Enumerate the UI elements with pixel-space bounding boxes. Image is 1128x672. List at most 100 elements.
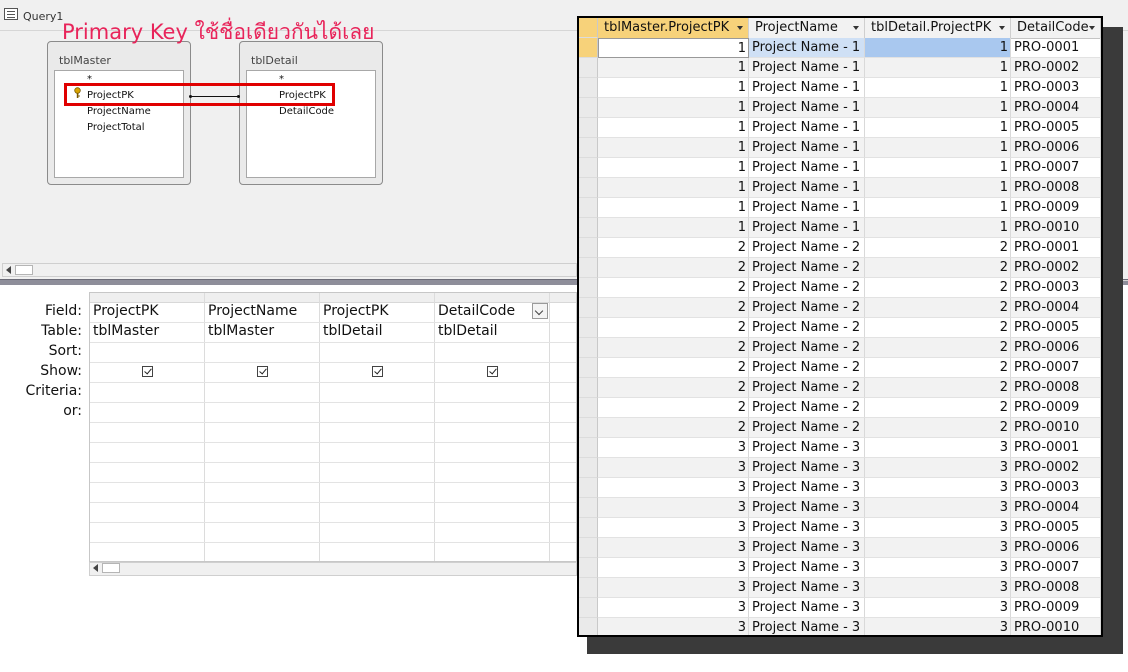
record-selector[interactable] — [579, 138, 598, 158]
table-cell[interactable]: 2 — [865, 318, 1011, 338]
table-cell[interactable]: 2 — [598, 358, 749, 378]
table-cell[interactable]: 1 — [598, 38, 749, 58]
grid-scrollbar[interactable] — [89, 562, 577, 576]
table-cell[interactable]: PRO-0003 — [1011, 78, 1101, 98]
record-selector[interactable] — [579, 58, 598, 78]
sort-dropdown-icon[interactable] — [853, 26, 859, 30]
table-cell[interactable]: PRO-0002 — [1011, 58, 1101, 78]
field-projectname[interactable]: ProjectName — [87, 106, 151, 117]
table-row[interactable]: 2 Project Name - 2 2 PRO-0001 — [598, 238, 1101, 258]
query-design-grid[interactable]: ProjectPK tblMaster ProjectName tblMaste… — [89, 292, 577, 562]
record-selector[interactable] — [579, 338, 598, 358]
table-cell[interactable]: Project Name - 3 — [749, 438, 865, 458]
table-cell[interactable]: PRO-0010 — [1011, 218, 1101, 238]
sort-dropdown-icon[interactable] — [1089, 26, 1095, 30]
table-cell[interactable]: PRO-0005 — [1011, 118, 1101, 138]
column-header[interactable]: DetailCode — [1011, 18, 1101, 38]
grid-table-cell[interactable]: tblMaster — [208, 323, 274, 339]
table-row[interactable]: 3 Project Name - 3 3 PRO-0001 — [598, 438, 1101, 458]
table-cell[interactable]: Project Name - 3 — [749, 458, 865, 478]
table-cell[interactable]: PRO-0002 — [1011, 458, 1101, 478]
table-row[interactable]: 1 Project Name - 1 1 PRO-0001 — [598, 38, 1101, 58]
table-cell[interactable]: Project Name - 3 — [749, 598, 865, 618]
table-row[interactable]: 2 Project Name - 2 2 PRO-0009 — [598, 398, 1101, 418]
table-cell[interactable]: 2 — [598, 338, 749, 358]
table-cell[interactable]: Project Name - 3 — [749, 478, 865, 498]
table-cell[interactable]: PRO-0001 — [1011, 38, 1101, 58]
table-cell[interactable]: PRO-0009 — [1011, 598, 1101, 618]
table-row[interactable]: 1 Project Name - 1 1 PRO-0004 — [598, 98, 1101, 118]
table-cell[interactable]: Project Name - 2 — [749, 238, 865, 258]
table-cell[interactable]: 1 — [865, 38, 1011, 58]
table-cell[interactable]: 2 — [598, 378, 749, 398]
table-cell[interactable]: 3 — [865, 478, 1011, 498]
table-cell[interactable]: 3 — [865, 598, 1011, 618]
table-cell[interactable]: 1 — [865, 158, 1011, 178]
table-cell[interactable]: 2 — [865, 258, 1011, 278]
record-selector[interactable] — [579, 318, 598, 338]
table-cell[interactable]: 1 — [598, 118, 749, 138]
record-selector[interactable] — [579, 618, 598, 635]
show-checkbox[interactable] — [487, 366, 498, 377]
table-row[interactable]: 2 Project Name - 2 2 PRO-0005 — [598, 318, 1101, 338]
grid-field-cell[interactable]: ProjectPK — [323, 303, 389, 319]
record-selector[interactable] — [579, 358, 598, 378]
table-cell[interactable]: 2 — [865, 338, 1011, 358]
table-cell[interactable]: PRO-0001 — [1011, 238, 1101, 258]
record-selector[interactable] — [579, 278, 598, 298]
table-cell[interactable]: 1 — [598, 78, 749, 98]
table-cell[interactable]: 3 — [865, 538, 1011, 558]
record-selector[interactable] — [579, 478, 598, 498]
table-cell[interactable]: 1 — [598, 198, 749, 218]
table-row[interactable]: 3 Project Name - 3 3 PRO-0009 — [598, 598, 1101, 618]
table-row[interactable]: 3 Project Name - 3 3 PRO-0007 — [598, 558, 1101, 578]
table-cell[interactable]: 3 — [865, 498, 1011, 518]
table-cell[interactable]: 2 — [598, 238, 749, 258]
table-row[interactable]: 2 Project Name - 2 2 PRO-0010 — [598, 418, 1101, 438]
table-cell[interactable]: 3 — [598, 598, 749, 618]
table-cell[interactable]: 3 — [598, 578, 749, 598]
table-cell[interactable]: 2 — [598, 418, 749, 438]
table-row[interactable]: 2 Project Name - 2 2 PRO-0004 — [598, 298, 1101, 318]
table-row[interactable]: 1 Project Name - 1 1 PRO-0007 — [598, 158, 1101, 178]
record-selector[interactable] — [579, 398, 598, 418]
grid-column-selectors[interactable] — [90, 293, 576, 303]
record-selector[interactable] — [579, 598, 598, 618]
record-selector[interactable] — [579, 538, 598, 558]
table-cell[interactable]: PRO-0008 — [1011, 578, 1101, 598]
record-selector[interactable] — [579, 558, 598, 578]
table-cell[interactable]: 2 — [598, 298, 749, 318]
table-cell[interactable]: PRO-0010 — [1011, 618, 1101, 635]
table-cell[interactable]: 1 — [598, 218, 749, 238]
table-row[interactable]: 3 Project Name - 3 3 PRO-0010 — [598, 618, 1101, 635]
table-cell[interactable]: PRO-0010 — [1011, 418, 1101, 438]
table-cell[interactable]: PRO-0007 — [1011, 358, 1101, 378]
record-selector[interactable] — [579, 98, 598, 118]
table-cell[interactable]: 1 — [598, 58, 749, 78]
table-cell[interactable]: 2 — [598, 398, 749, 418]
table-cell[interactable]: Project Name - 3 — [749, 538, 865, 558]
table-row[interactable]: 2 Project Name - 2 2 PRO-0008 — [598, 378, 1101, 398]
table-cell[interactable]: Project Name - 2 — [749, 278, 865, 298]
table-cell[interactable]: PRO-0006 — [1011, 138, 1101, 158]
table-cell[interactable]: 3 — [598, 518, 749, 538]
table-cell[interactable]: Project Name - 3 — [749, 498, 865, 518]
record-selector[interactable] — [579, 458, 598, 478]
table-cell[interactable]: Project Name - 1 — [749, 198, 865, 218]
record-selector[interactable] — [579, 298, 598, 318]
table-cell[interactable]: Project Name - 2 — [749, 338, 865, 358]
table-cell[interactable]: 1 — [865, 138, 1011, 158]
table-cell[interactable]: PRO-0003 — [1011, 278, 1101, 298]
table-cell[interactable]: Project Name - 1 — [749, 138, 865, 158]
table-cell[interactable]: PRO-0002 — [1011, 258, 1101, 278]
column-header[interactable]: tblMaster.ProjectPK — [598, 18, 749, 38]
table-cell[interactable]: PRO-0005 — [1011, 518, 1101, 538]
table-row[interactable]: 3 Project Name - 3 3 PRO-0002 — [598, 458, 1101, 478]
table-row[interactable]: 1 Project Name - 1 1 PRO-0002 — [598, 58, 1101, 78]
record-selector[interactable] — [579, 118, 598, 138]
table-row[interactable]: 3 Project Name - 3 3 PRO-0004 — [598, 498, 1101, 518]
table-cell[interactable]: 3 — [598, 498, 749, 518]
table-cell[interactable]: 2 — [598, 318, 749, 338]
table-cell[interactable]: 1 — [598, 98, 749, 118]
table-cell[interactable]: 2 — [598, 258, 749, 278]
